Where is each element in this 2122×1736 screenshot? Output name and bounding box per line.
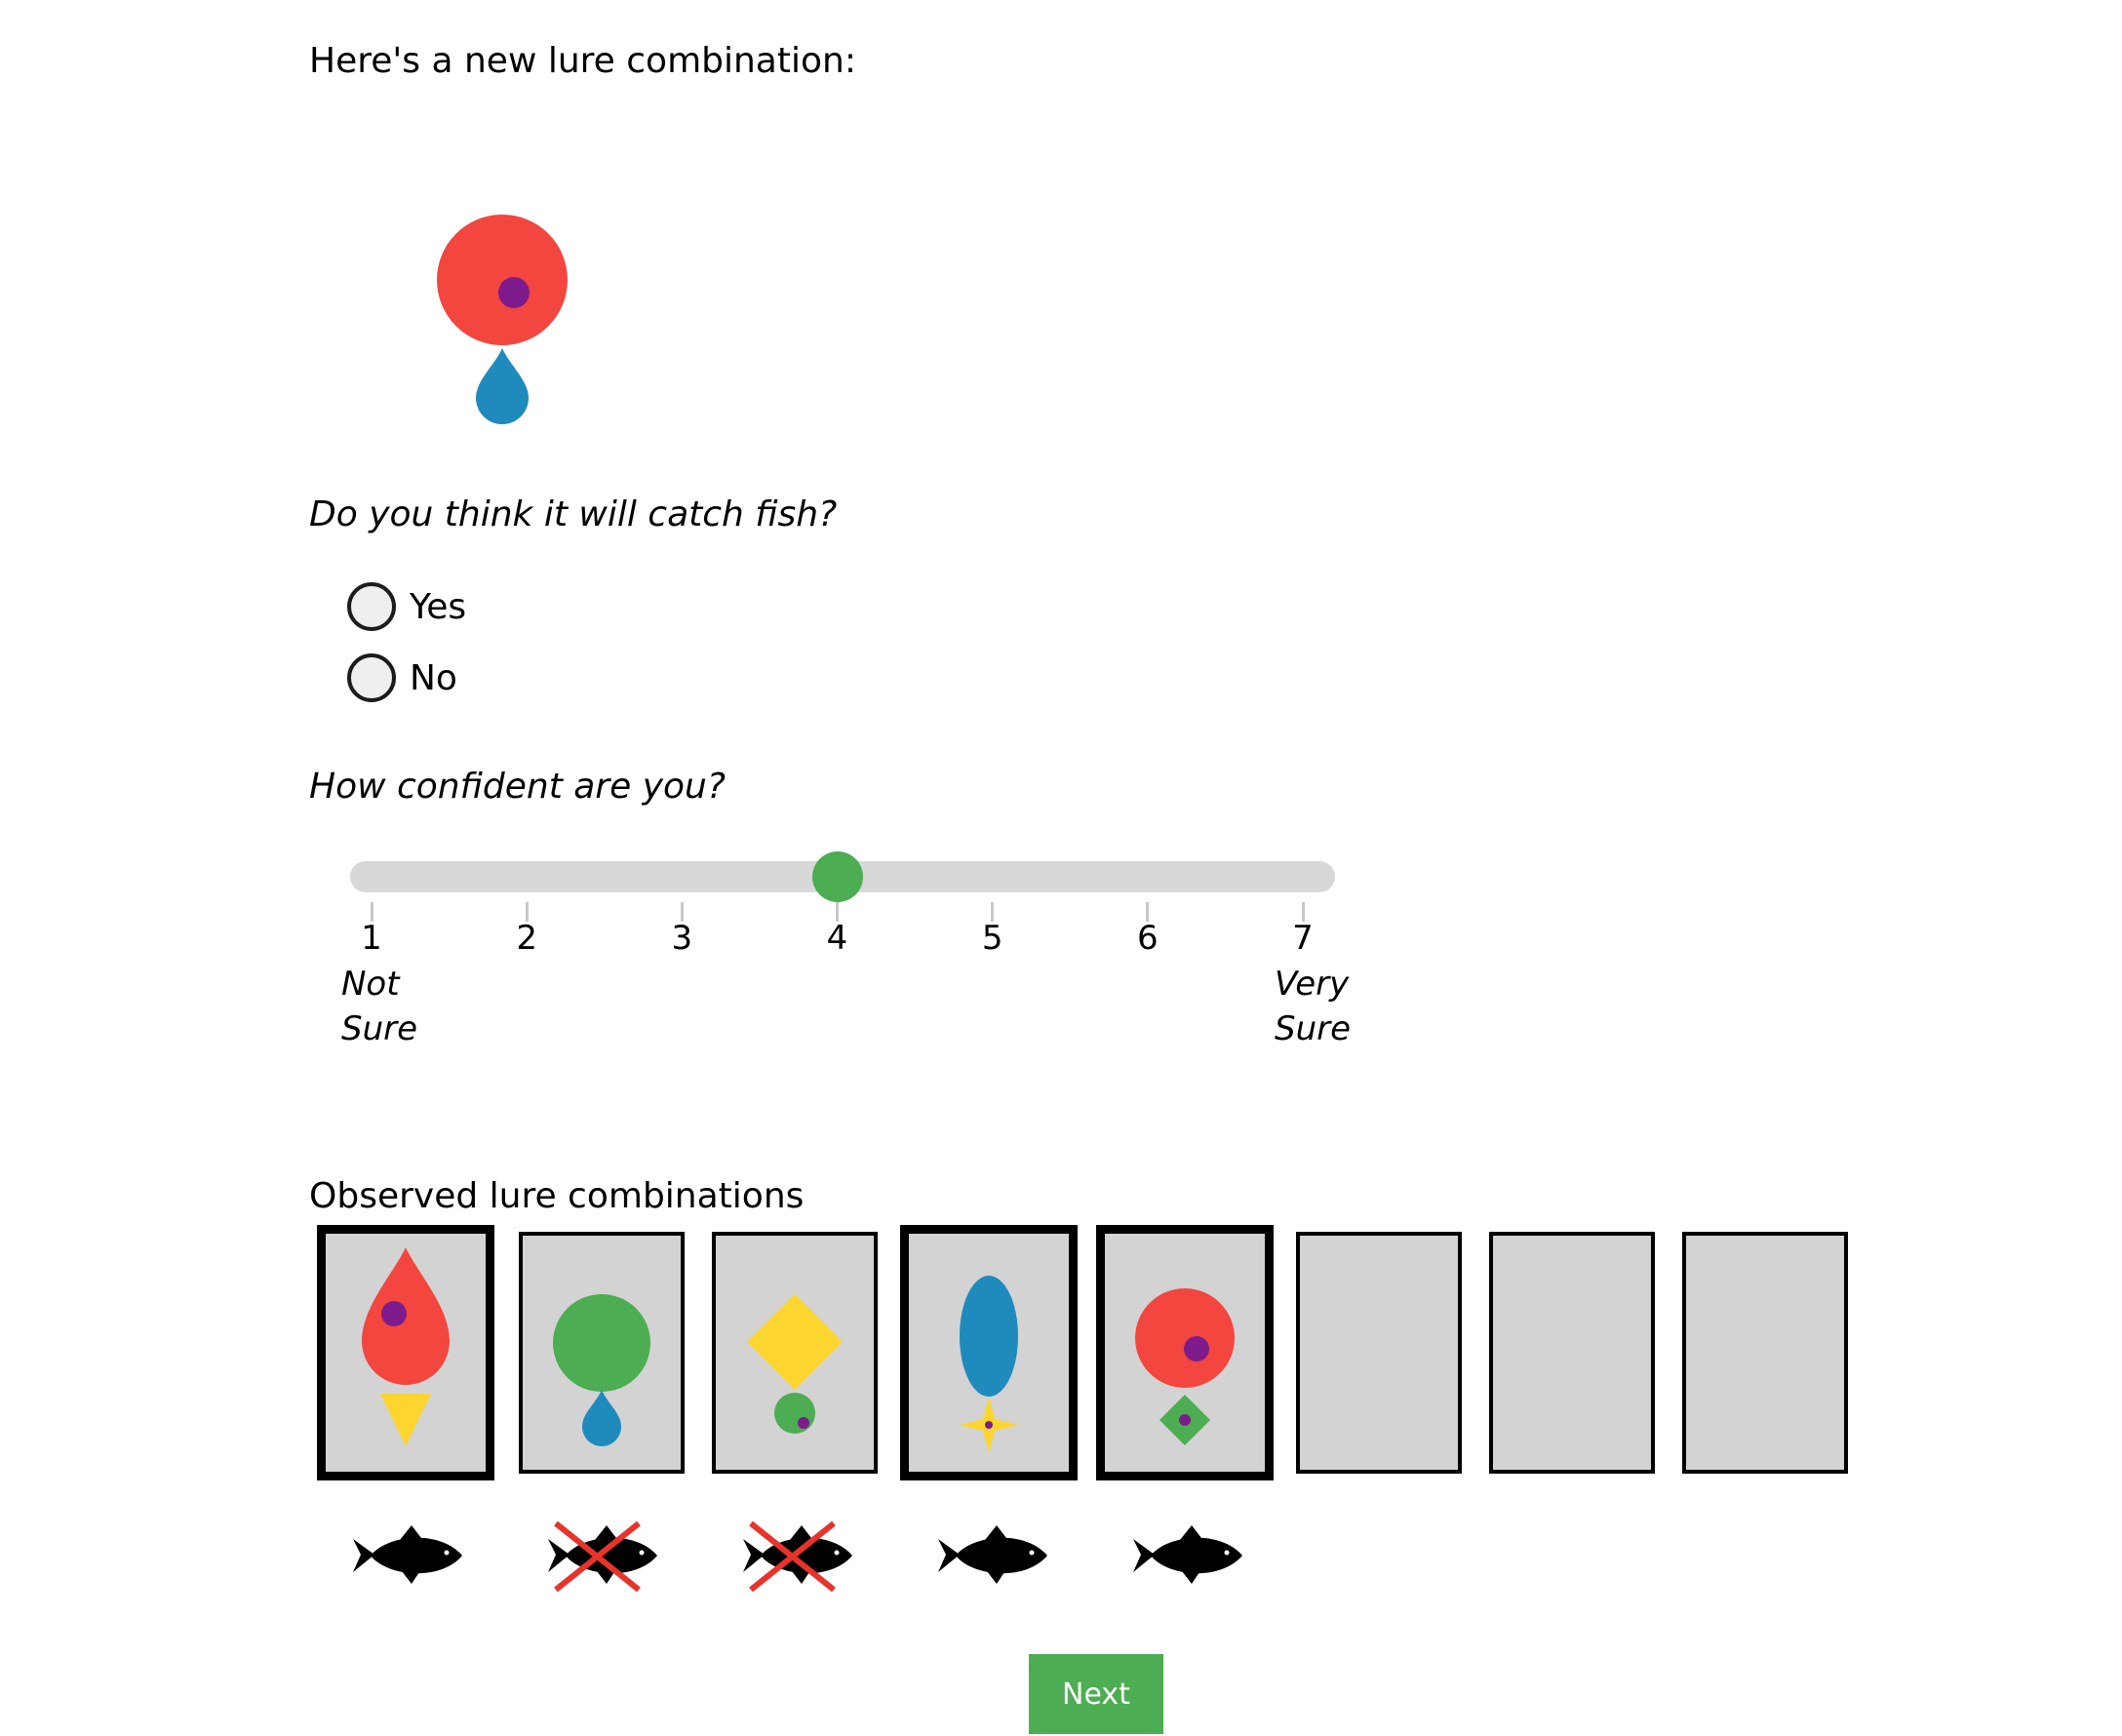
lure-red-drop-yellow-triangle [362,1247,450,1446]
lure-red-circle-green-diamond [1135,1288,1235,1445]
lure-yellow-diamond-green-circle [747,1294,843,1434]
observed-card-3 [712,1232,878,1474]
observed-card-7 [1489,1232,1655,1474]
max-label: Very Sure [1275,962,1351,1051]
current-lure [437,215,568,424]
catch-question: Do you think it will catch fish? [309,494,838,534]
lure-red-circle [437,215,568,345]
observed-card-8 [1682,1232,1848,1474]
fish-crossed-icon [548,1520,657,1593]
slider-tick-label: 7 [1292,919,1314,958]
next-button[interactable]: Next [1029,1654,1163,1734]
fish-icon [1133,1525,1242,1584]
fish-icon [353,1525,462,1584]
observed-title: Observed lure combinations [309,1176,805,1216]
slider-tick-label: 3 [671,919,693,958]
lure-blue-oval-yellow-star [960,1276,1018,1453]
min-label-line2: Sure [341,1009,418,1048]
min-label-line1: Not [341,965,400,1004]
lure-purple-dot [498,277,530,308]
slider-tick-label: 6 [1137,919,1159,958]
lure-blue-drop [476,348,529,424]
radio-yes-circle[interactable] [347,582,396,631]
radio-no[interactable]: No [347,649,457,707]
confidence-slider-thumb[interactable] [811,851,863,902]
observed-card-4 [900,1225,1078,1480]
fish-crossed-icon [743,1520,852,1593]
min-label: Not Sure [341,962,417,1051]
slider-tick-label: 5 [981,919,1003,958]
observed-card-2 [519,1232,685,1474]
lure-green-circle-blue-drop [553,1294,650,1446]
observed-card-5 [1096,1225,1274,1480]
slider-tick-label: 4 [826,919,848,958]
fish-icon [938,1525,1047,1584]
radio-no-circle[interactable] [347,653,396,702]
observed-card-1 [317,1225,494,1480]
radio-yes[interactable]: Yes [347,577,466,636]
intro-text: Here's a new lure combination: [309,41,856,81]
max-label-line2: Sure [1275,1009,1352,1048]
slider-tick-label: 2 [516,919,537,958]
observed-card-6 [1296,1232,1462,1474]
slider-tick-label: 1 [361,919,382,958]
max-label-line1: Very [1275,965,1350,1004]
confidence-question: How confident are you? [309,767,726,807]
radio-yes-label: Yes [410,586,467,627]
radio-no-label: No [410,657,457,698]
